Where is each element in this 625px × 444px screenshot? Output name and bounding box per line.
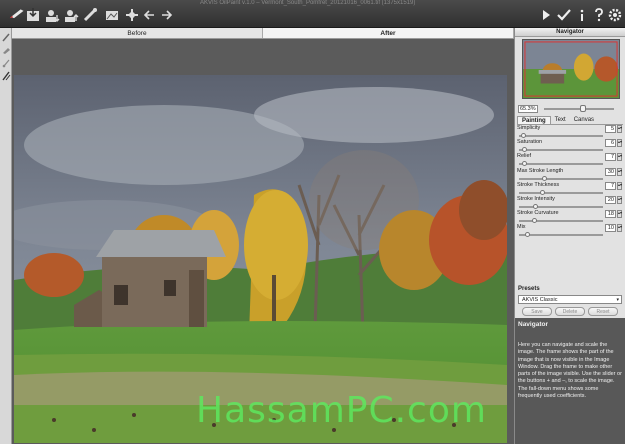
parameter-value-field[interactable]: 6 [605, 139, 616, 148]
parameter-stepper[interactable]: ▴▾ [617, 196, 622, 204]
parameter-label: Saturation [517, 139, 543, 146]
delete-preset-button[interactable]: Delete [555, 307, 585, 316]
preset-select[interactable]: AKVIS Classic ▾ [518, 295, 622, 304]
navigator-title: Navigator [515, 28, 625, 37]
parameter-slider-thumb[interactable] [541, 175, 547, 181]
parameter-value-field[interactable]: 30 [605, 167, 616, 176]
parameter-value-field[interactable]: 20 [605, 196, 616, 204]
parameter-row: Mix 10 ▴▾ [517, 224, 623, 238]
parameter-row: Max Stroke Length 30 ▴▾ [517, 167, 623, 182]
parameter-label: Max Stroke Length [517, 167, 564, 174]
parameter-value-field[interactable]: 10 [605, 224, 616, 233]
undo-icon[interactable] [142, 7, 158, 23]
painting-image [14, 75, 507, 443]
info-icon[interactable] [574, 7, 590, 23]
parameter-row: Stroke Curvature 18 ▴▾ [517, 210, 623, 224]
smudge-tool-icon[interactable] [1, 45, 11, 55]
parameter-slider[interactable] [519, 133, 603, 138]
tab-text[interactable]: Text [551, 116, 570, 124]
parameter-slider[interactable] [519, 161, 603, 167]
parameter-value-field[interactable]: 18 [605, 210, 616, 219]
parameter-label: Relief [517, 153, 532, 160]
parameter-slider-thumb[interactable] [540, 189, 546, 195]
preset-selected-value: AKVIS Classic [522, 297, 558, 303]
parameter-slider[interactable] [519, 175, 603, 181]
tab-after[interactable]: After [263, 28, 514, 38]
parameter-stepper[interactable]: ▴▾ [617, 167, 622, 176]
brush-tool-icon[interactable] [1, 32, 11, 42]
zoom-slider-thumb[interactable] [579, 105, 586, 112]
parameter-label: Stroke Curvature [517, 210, 559, 217]
parameter-slider-thumb[interactable] [522, 161, 528, 167]
eraser-tool-icon[interactable] [1, 58, 11, 68]
zoom-slider[interactable] [544, 105, 614, 112]
parameter-slider-thumb[interactable] [531, 218, 537, 224]
parameter-value-field[interactable]: 7 [605, 153, 616, 162]
parameter-stepper[interactable]: ▴▾ [617, 210, 622, 219]
parameter-slider-thumb[interactable] [524, 232, 530, 238]
preferences-icon[interactable] [607, 7, 623, 23]
parameter-label: Stroke Intensity [517, 196, 555, 202]
parameter-slider[interactable] [519, 147, 603, 153]
help-icon[interactable] [591, 7, 607, 23]
tab-before[interactable]: Before [12, 28, 263, 38]
open-icon[interactable] [25, 7, 41, 23]
apply-icon[interactable] [556, 7, 572, 23]
parameter-stepper[interactable]: ▴▾ [617, 224, 622, 233]
settings-panel: Navigator 65.3% Painting Text Canvas Sim… [514, 28, 625, 444]
help-text: Here you can navigate and scale the imag… [518, 342, 622, 400]
zoom-field[interactable]: 65.3% [518, 105, 538, 113]
navigator-thumbnail[interactable] [522, 39, 620, 99]
parameter-slider-thumb[interactable] [521, 147, 527, 153]
parameter-tabs: Painting Text Canvas [517, 116, 623, 125]
parameter-value-field[interactable]: 5 [605, 125, 616, 133]
tab-painting[interactable]: Painting [517, 116, 551, 124]
window-title: AKVIS OilPaint v.1.0 – Vermont_South_Pom… [200, 0, 416, 6]
parameter-stepper[interactable]: ▴▾ [617, 181, 622, 190]
toolbar: AKVIS OilPaint v.1.0 – Vermont_South_Pom… [0, 0, 625, 28]
parameter-label: Simplicity [517, 125, 541, 131]
save-icon[interactable] [44, 7, 60, 23]
parameter-row: Stroke Thickness 7 ▴▾ [517, 181, 623, 196]
share-icon[interactable] [82, 7, 98, 23]
redo-icon[interactable] [158, 7, 174, 23]
image-window[interactable] [12, 39, 514, 444]
parameter-label: Mix [517, 224, 526, 231]
help-panel: Navigator Here you can navigate and scal… [515, 318, 625, 444]
parameter-row: Simplicity 5 ▴▾ [517, 125, 623, 139]
parameter-row: Stroke Intensity 20 ▴▾ [517, 196, 623, 210]
eraser-icon[interactable] [104, 7, 120, 23]
parameter-slider-thumb[interactable] [533, 204, 539, 209]
parameter-row: Relief 7 ▴▾ [517, 153, 623, 167]
chevron-down-icon: ▾ [616, 297, 619, 303]
parameter-slider[interactable] [519, 218, 603, 224]
watermark-text: HassamPC.com [196, 390, 487, 431]
presets-label: Presets [518, 286, 540, 292]
parameter-stepper[interactable]: ▴▾ [617, 139, 622, 148]
help-title: Navigator [518, 321, 548, 328]
parameter-stepper[interactable]: ▴▾ [617, 125, 622, 133]
view-tabs: Before After [12, 28, 514, 39]
parameter-label: Stroke Thickness [517, 181, 560, 188]
save-preset-button[interactable]: Save [522, 307, 552, 316]
parameter-slider[interactable] [519, 189, 603, 195]
parameter-slider[interactable] [519, 232, 603, 238]
parameter-stepper[interactable]: ▴▾ [617, 153, 622, 162]
reset-preset-button[interactable]: Reset [588, 307, 618, 316]
print-icon[interactable] [63, 7, 79, 23]
run-icon[interactable] [538, 7, 554, 23]
parameter-row: Saturation 6 ▴▾ [517, 139, 623, 153]
parameter-slider-thumb[interactable] [520, 133, 526, 138]
image-icon[interactable] [124, 7, 140, 23]
history-brush-icon[interactable] [1, 71, 11, 81]
parameter-slider[interactable] [519, 204, 603, 209]
left-tool-strip [0, 28, 12, 444]
tab-canvas[interactable]: Canvas [570, 116, 598, 124]
parameter-value-field[interactable]: 7 [605, 181, 616, 190]
navigator-zoom-row: 65.3% [518, 104, 624, 114]
